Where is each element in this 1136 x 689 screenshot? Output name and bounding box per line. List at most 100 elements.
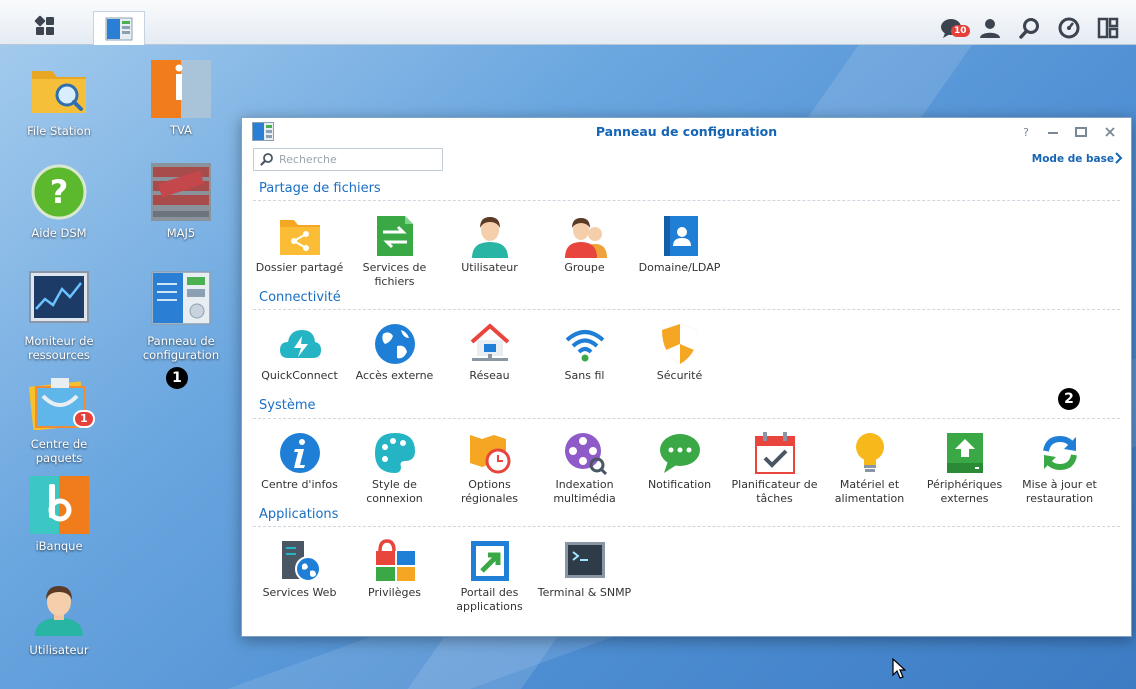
item-terminal-snmp[interactable]: Terminal & SNMP — [537, 539, 632, 600]
desktop-icon-label: MAJ5 — [166, 226, 196, 240]
minimize-icon — [1048, 132, 1058, 134]
item-info-center[interactable]: Centre d'infos — [252, 431, 347, 492]
item-network[interactable]: Réseau — [442, 322, 537, 383]
desktop-icon-label: File Station — [27, 124, 91, 138]
minimize-button[interactable] — [1045, 124, 1061, 140]
item-label: Style de connexion — [366, 478, 423, 505]
film-reel-icon — [564, 433, 607, 476]
main-menu-icon — [34, 15, 54, 35]
resource-widget-button[interactable] — [1055, 14, 1083, 42]
desktop-utilisateur[interactable]: Utilisateur — [4, 580, 114, 657]
item-label: Accès externe — [355, 369, 434, 382]
item-task-scheduler[interactable]: Planificateur de tâches — [727, 431, 822, 506]
item-update-restore[interactable]: Mise à jour et restauration — [1012, 431, 1107, 506]
desktop-maj5[interactable]: MAJ5 — [126, 163, 236, 240]
item-label: Périphériques externes — [926, 478, 1003, 505]
domain-ldap-icon — [663, 216, 698, 256]
item-label: Privilèges — [368, 586, 421, 599]
file-services-icon — [376, 216, 413, 256]
search-icon — [1019, 18, 1039, 39]
item-external-access[interactable]: Accès externe — [347, 322, 442, 383]
search-button[interactable] — [1016, 14, 1044, 42]
globe-icon — [374, 324, 415, 364]
item-application-portal[interactable]: Portail des applications — [442, 539, 537, 614]
widgets-button[interactable] — [1094, 14, 1122, 42]
desktop-tva[interactable]: TVA — [126, 60, 236, 137]
section-divider — [253, 418, 1120, 419]
desktop-aide-dsm[interactable]: ? Aide DSM — [4, 163, 114, 240]
desktop-moniteur[interactable]: Moniteur de ressources — [4, 271, 114, 362]
taskbar-control-panel-button[interactable] — [93, 11, 145, 45]
item-shared-folder[interactable]: Dossier partagé — [252, 214, 347, 275]
network-icon — [470, 323, 509, 361]
desktop-icon-label: Utilisateur — [29, 643, 89, 657]
section-title-file-sharing: Partage de fichiers — [259, 181, 381, 196]
item-label: Services Web — [262, 586, 337, 599]
map-clock-icon — [469, 435, 510, 474]
item-label: Terminal & SNMP — [537, 586, 632, 599]
item-label: Sécurité — [656, 369, 703, 382]
portal-icon — [470, 541, 509, 581]
item-web-services[interactable]: Services Web — [252, 539, 347, 600]
refresh-icon — [1042, 435, 1077, 471]
item-group[interactable]: Groupe — [537, 214, 632, 275]
lock-grid-icon — [375, 539, 415, 581]
item-file-services[interactable]: Services de fichiers — [347, 214, 442, 289]
item-quickconnect[interactable]: QuickConnect — [252, 322, 347, 383]
chevron-right-icon[interactable] — [1114, 151, 1124, 165]
maximize-icon — [1075, 127, 1087, 137]
item-domain-ldap[interactable]: Domaine/LDAP — [632, 214, 727, 275]
wifi-icon — [565, 330, 604, 362]
file-station-icon — [32, 71, 86, 113]
item-user[interactable]: Utilisateur — [442, 214, 537, 275]
close-icon — [1105, 127, 1115, 137]
ibanque-app-icon — [29, 476, 89, 534]
item-media-indexing[interactable]: Indexation multimédia — [537, 431, 632, 506]
search-input[interactable] — [279, 151, 439, 168]
user-icon — [35, 586, 83, 636]
section-divider — [253, 200, 1120, 201]
desktop-icon-label: Centre de paquets — [30, 437, 88, 465]
close-button[interactable] — [1102, 124, 1118, 140]
calendar-check-icon — [754, 432, 795, 474]
widgets-icon — [1097, 17, 1119, 39]
search-box[interactable] — [253, 148, 443, 171]
item-privileges[interactable]: Privilèges — [347, 539, 442, 600]
item-security[interactable]: Sécurité — [632, 322, 727, 383]
main-menu-button[interactable] — [22, 9, 68, 42]
info-icon — [279, 433, 320, 473]
desktop-file-station[interactable]: File Station — [4, 61, 114, 138]
item-notification[interactable]: Notification — [632, 431, 727, 492]
tva-app-icon — [151, 60, 211, 118]
section-divider — [253, 526, 1120, 527]
section-divider — [253, 309, 1120, 310]
desktop-icon-label: Panneau de configuration — [142, 334, 220, 362]
item-login-style[interactable]: Style de connexion — [347, 431, 442, 506]
item-label: Options régionales — [460, 478, 519, 505]
item-label: Centre d'infos — [261, 478, 338, 491]
help-button[interactable]: ? — [1018, 124, 1034, 140]
desktop-ibanque[interactable]: iBanque — [4, 476, 114, 553]
mouse-cursor-icon — [892, 658, 906, 679]
maximize-button[interactable] — [1073, 124, 1089, 140]
maj5-app-icon — [151, 163, 211, 221]
package-update-badge: 1 — [73, 410, 95, 428]
group-icon — [564, 218, 607, 258]
desktop-panneau[interactable]: Panneau de configuration — [126, 271, 236, 362]
desktop-centre-paquets[interactable]: 1 Centre de paquets — [4, 374, 114, 465]
user-button[interactable] — [976, 14, 1004, 42]
basic-mode-link[interactable]: Mode de base — [1032, 153, 1114, 165]
item-regional-options[interactable]: Options régionales — [442, 431, 537, 506]
callout-1: 1 — [166, 367, 188, 389]
shield-icon — [661, 324, 698, 364]
window-titlebar[interactable]: Panneau de configuration ? — [242, 118, 1131, 146]
section-title-applications: Applications — [259, 507, 339, 522]
item-external-devices[interactable]: Périphériques externes — [917, 431, 1012, 506]
item-label: QuickConnect — [261, 369, 338, 382]
search-icon — [260, 153, 273, 166]
control-panel-icon — [105, 17, 133, 40]
item-label: Matériel et alimentation — [834, 478, 905, 505]
item-hardware-power[interactable]: Matériel et alimentation — [822, 431, 917, 506]
item-wireless[interactable]: Sans fil — [537, 322, 632, 383]
chat-button[interactable]: 10 — [938, 14, 970, 42]
